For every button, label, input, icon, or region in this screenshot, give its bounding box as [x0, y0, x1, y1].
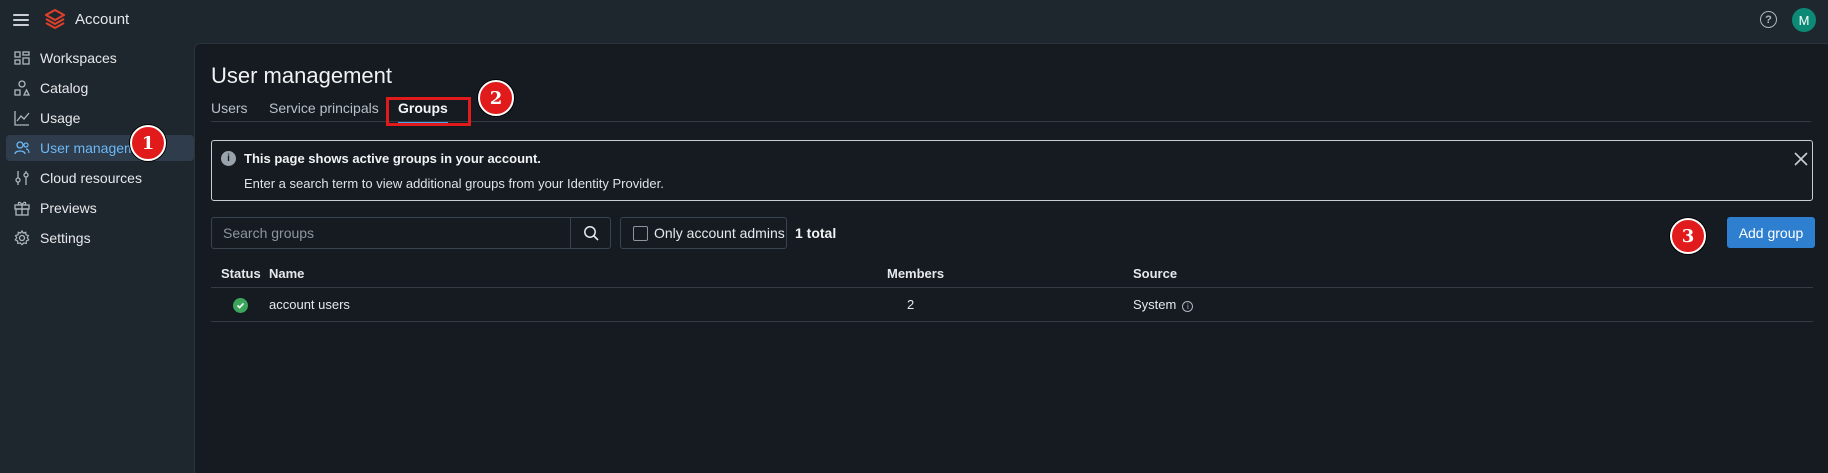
table-row[interactable]: account users 2 System i	[211, 288, 1813, 322]
source-info-icon[interactable]: i	[1182, 301, 1194, 312]
search-box	[211, 217, 611, 249]
sidebar-item-previews[interactable]: Previews	[6, 195, 194, 221]
total-count: 1 total	[795, 225, 837, 241]
sidebar-item-usage[interactable]: Usage	[6, 105, 194, 131]
annotation-marker-2: 2	[478, 80, 514, 116]
search-icon	[583, 226, 599, 241]
gift-icon	[14, 200, 30, 216]
gear-icon	[14, 230, 30, 246]
groups-table: Status Name Members Source account users…	[211, 266, 1813, 322]
app-title[interactable]: Account	[75, 11, 129, 28]
page-title: User management	[211, 63, 392, 88]
sidebar-item-settings[interactable]: Settings	[6, 225, 194, 251]
menu-icon[interactable]	[12, 11, 30, 29]
annotation-marker-1: 1	[130, 125, 166, 161]
help-icon[interactable]: ?	[1760, 11, 1777, 28]
only-account-admins-checkbox[interactable]: Only account admins	[620, 217, 787, 249]
column-header-name[interactable]: Name	[269, 266, 304, 281]
sidebar-item-label: Cloud resources	[40, 170, 142, 186]
banner-text: Enter a search term to view additional g…	[244, 176, 664, 191]
add-group-button[interactable]: Add group	[1727, 217, 1815, 248]
group-name[interactable]: account users	[269, 297, 350, 312]
sidebar-item-catalog[interactable]: Catalog	[6, 75, 194, 101]
workspaces-icon	[14, 50, 30, 66]
users-icon	[14, 140, 30, 156]
close-icon[interactable]	[1793, 151, 1809, 167]
checkbox-label: Only account admins	[654, 225, 785, 241]
sidebar-item-user-management[interactable]: User management	[6, 135, 194, 161]
search-input[interactable]	[212, 218, 570, 248]
sidebar-item-label: Usage	[40, 110, 81, 126]
banner-title: This page shows active groups in your ac…	[244, 151, 541, 166]
info-banner: i This page shows active groups in your …	[211, 140, 1813, 201]
sidebar-item-workspaces[interactable]: Workspaces	[6, 45, 194, 71]
table-header: Status Name Members Source	[211, 266, 1813, 288]
search-button[interactable]	[570, 218, 610, 248]
sidebar-item-cloud-resources[interactable]: Cloud resources	[6, 165, 194, 191]
avatar[interactable]: M	[1792, 8, 1816, 32]
group-source: System i	[1133, 297, 1194, 312]
sidebar-item-label: Previews	[40, 200, 97, 216]
top-bar: Account ? M	[0, 0, 1828, 40]
sliders-icon	[14, 170, 30, 186]
usage-icon	[14, 110, 30, 126]
column-header-status[interactable]: Status	[221, 266, 261, 281]
info-icon: i	[221, 151, 236, 166]
tab-users[interactable]: Users	[211, 100, 248, 122]
tab-service-principals[interactable]: Service principals	[269, 100, 379, 122]
sidebar-item-label: Workspaces	[40, 50, 117, 66]
sidebar-item-label: Settings	[40, 230, 91, 246]
databricks-logo[interactable]	[45, 9, 65, 30]
catalog-icon	[14, 80, 30, 96]
checkbox-box[interactable]	[633, 225, 648, 241]
sidebar-item-label: Catalog	[40, 80, 89, 96]
column-header-source[interactable]: Source	[1133, 266, 1177, 281]
annotation-marker-3: 3	[1670, 218, 1706, 254]
groups-tab-highlight	[386, 97, 471, 126]
group-members: 2	[907, 297, 915, 312]
status-active-icon	[233, 298, 248, 313]
column-header-members[interactable]: Members	[887, 266, 944, 281]
group-source-label: System	[1133, 297, 1177, 312]
